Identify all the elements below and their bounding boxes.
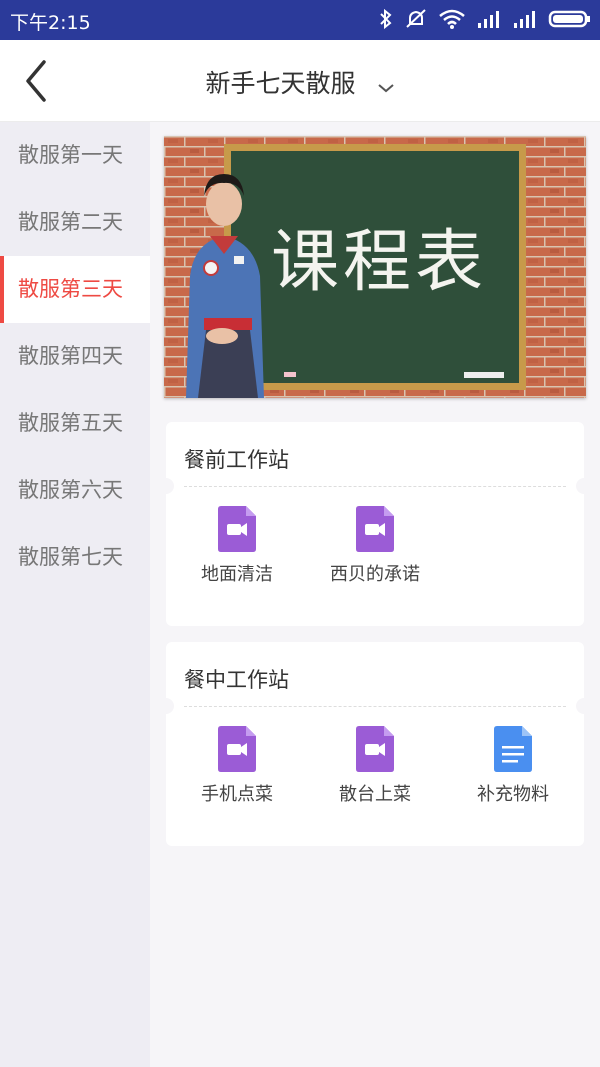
app-header: 新手七天散服 xyxy=(0,40,600,122)
sidebar-item-day-1[interactable]: 散服第一天 xyxy=(0,122,150,189)
section-card-during-meal: 餐中工作站 手机点菜 散台上菜 补充物料 xyxy=(158,642,592,846)
sidebar-item-day-5[interactable]: 散服第五天 xyxy=(0,390,150,457)
section-title: 餐中工作站 xyxy=(184,668,289,692)
section-items: 地面清洁 西贝的承诺 xyxy=(166,506,584,596)
course-banner-image: 课程表 xyxy=(164,136,586,398)
lesson-item[interactable]: 西贝的承诺 xyxy=(306,506,444,586)
lesson-label: 散台上菜 xyxy=(339,784,411,805)
sidebar-item-day-3[interactable]: 散服第三天 xyxy=(0,256,150,323)
lesson-item[interactable]: 散台上菜 xyxy=(306,726,444,806)
status-time: 下午2:15 xyxy=(10,12,91,34)
lesson-item[interactable]: 地面清洁 xyxy=(168,506,306,586)
video-file-icon xyxy=(356,506,394,552)
signal-icon xyxy=(514,11,535,28)
lesson-label: 地面清洁 xyxy=(201,564,273,585)
chevron-down-icon xyxy=(377,83,394,92)
signal-icon xyxy=(478,11,499,28)
wifi-icon xyxy=(439,9,465,29)
lesson-label: 手机点菜 xyxy=(201,784,273,805)
sidebar-item-day-4[interactable]: 散服第四天 xyxy=(0,323,150,390)
section-divider xyxy=(184,486,566,487)
page-title: 新手七天散服 xyxy=(205,69,356,98)
section-title: 餐前工作站 xyxy=(184,448,289,472)
lesson-label: 西贝的承诺 xyxy=(330,564,420,585)
video-file-icon xyxy=(218,506,256,552)
bluetooth-icon xyxy=(380,8,392,30)
lesson-item[interactable]: 补充物料 xyxy=(444,726,582,806)
mute-icon xyxy=(406,9,426,28)
main-content: 课程表 餐前工作站 地面清洁 西贝的承诺 餐中工作站 手机点菜 散台上菜 补充物… xyxy=(150,122,600,1067)
sidebar-item-day-2[interactable]: 散服第二天 xyxy=(0,189,150,256)
battery-icon xyxy=(548,10,590,28)
banner-chalkboard-text: 课程表 xyxy=(270,223,487,302)
document-file-icon xyxy=(494,726,532,772)
lesson-item[interactable]: 手机点菜 xyxy=(168,726,306,806)
sidebar-item-day-6[interactable]: 散服第六天 xyxy=(0,457,150,524)
section-card-pre-meal: 餐前工作站 地面清洁 西贝的承诺 xyxy=(158,422,592,626)
video-file-icon xyxy=(218,726,256,772)
status-icons xyxy=(378,7,592,31)
section-items: 手机点菜 散台上菜 补充物料 xyxy=(166,726,584,816)
sidebar-item-day-7[interactable]: 散服第七天 xyxy=(0,524,150,591)
title-dropdown[interactable]: 新手七天散服 xyxy=(0,64,600,100)
video-file-icon xyxy=(356,726,394,772)
section-divider xyxy=(184,706,566,707)
day-sidebar: 散服第一天 散服第二天 散服第三天 散服第四天 散服第五天 散服第六天 散服第七… xyxy=(0,122,150,1067)
status-bar: 下午2:15 xyxy=(0,0,600,40)
lesson-label: 补充物料 xyxy=(477,784,549,805)
